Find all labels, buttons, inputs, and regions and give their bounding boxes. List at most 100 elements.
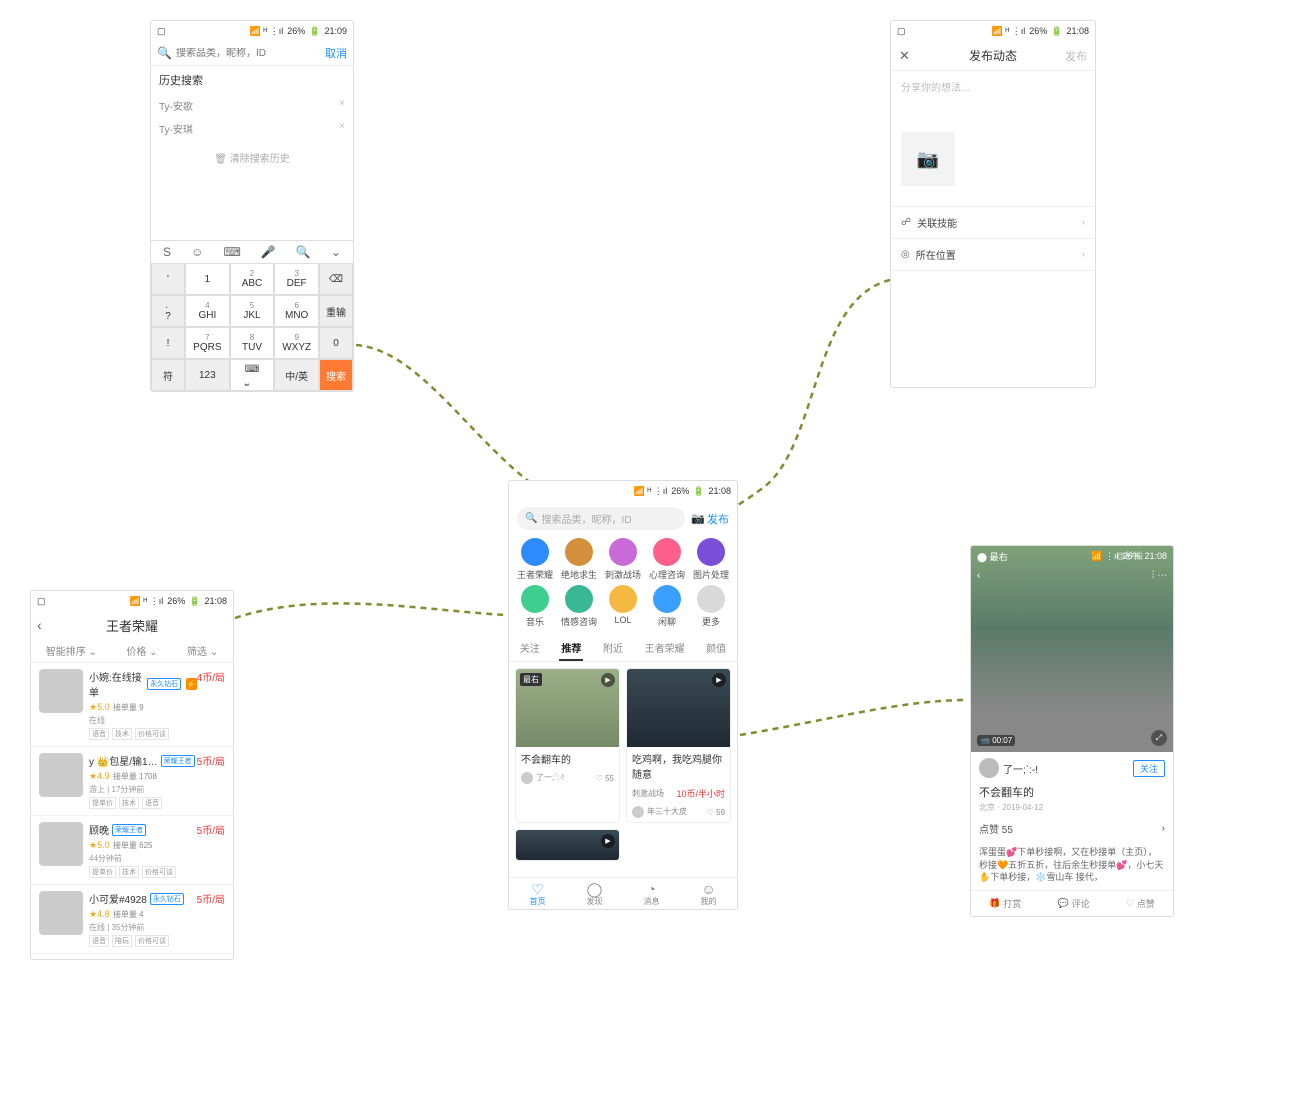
status-bar: ▢ 📶 ᴴ ⋮ıl26%🔋21:09 xyxy=(151,21,353,41)
phone-publish-screen: ▢ 📶 ᴴ ⋮ıl26%🔋21:08 ✕ 发布动态 发布 分享你的想法… 📷 ☍… xyxy=(890,20,1096,388)
kb-backspace[interactable]: ⌫ xyxy=(319,263,353,295)
video-duration: 📹 00:07 xyxy=(977,735,1015,746)
post-description: 浑蛋蛋💕下单秒接啊，又在秒接单（主页），秒接🧡五折五折，往后余生秒接单💕，小七天… xyxy=(979,844,1165,886)
kb-key[interactable]: 2ABC xyxy=(230,263,275,295)
kb-key[interactable]: ' xyxy=(151,263,185,295)
category-item[interactable]: 音乐 xyxy=(515,585,555,628)
kb-key[interactable]: 8TUV xyxy=(230,327,275,359)
category-item[interactable]: 刺激战场 xyxy=(603,538,643,581)
back-icon[interactable]: ‹ xyxy=(977,570,980,581)
tab-item[interactable]: 推荐 xyxy=(559,636,583,661)
kb-tool-key[interactable]: ☺ xyxy=(191,245,203,259)
provider-row[interactable]: y 👑包星/输1…荣耀王者 ★4.9 接单量 1708 游上 | 17分钟前 提… xyxy=(31,746,233,815)
price-label: 5币/局 xyxy=(197,891,225,947)
nav-item[interactable]: ◔消息 xyxy=(644,882,660,907)
video-player[interactable]: ⬤ 最右 📶 ⋮ıl26%21:08 ‹ ⫶ ⋯ @秒拍 📹 00:07 ⤢ xyxy=(971,546,1173,752)
kb-key[interactable]: 0 xyxy=(319,327,353,359)
phone-list-screen: ▢ 📶 ᴴ ⋮ıl26%🔋21:08 ‹ 王者荣耀 智能排序 ⌄ 价格 ⌄ 筛选… xyxy=(30,590,234,960)
kb-reinput[interactable]: 重输 xyxy=(319,295,353,327)
nav-item[interactable]: ♡首页 xyxy=(530,882,546,907)
kb-key[interactable]: 4GHI xyxy=(185,295,230,327)
card-title: 吃鸡啊，我吃鸡腿你随意 xyxy=(627,747,730,785)
filter-price[interactable]: 价格 ⌄ xyxy=(126,643,157,658)
tab-item[interactable]: 附近 xyxy=(601,636,625,661)
filter-bar: 智能排序 ⌄ 价格 ⌄ 筛选 ⌄ xyxy=(31,639,233,662)
provider-row[interactable]: 小婉:在线接单永久钻石⚡ ★5.0 接单量 9 在线 语音技术价格可谈 4币/局 xyxy=(31,662,233,746)
filter-sort[interactable]: 智能排序 ⌄ xyxy=(46,643,97,658)
kb-tool-key[interactable]: 🔍 xyxy=(296,245,311,259)
feed-card[interactable]: ▶ 吃鸡啊，我吃鸡腿你随意 刺激战场10币/半小时 年三十大皮♡ 59 xyxy=(626,668,731,823)
kb-key[interactable]: .? xyxy=(151,295,185,327)
kb-tool-key[interactable]: ⌨ xyxy=(223,245,240,259)
publish-button[interactable]: 发布 xyxy=(1065,48,1087,64)
kb-key[interactable]: 5JKL xyxy=(230,295,275,327)
provider-row[interactable]: 顾晚荣耀王者 ★5.0 接单量 625 44分钟前 提单价技术价格可谈 5币/局 xyxy=(31,815,233,884)
kb-space[interactable]: ⌨⎵ xyxy=(230,359,275,391)
kb-key[interactable]: 7PQRS xyxy=(185,327,230,359)
category-item[interactable]: LOL xyxy=(603,585,643,628)
likes-row[interactable]: 点赞 55 › xyxy=(979,821,1165,836)
nav-item[interactable]: ◯发现 xyxy=(587,882,603,907)
kb-tool-key[interactable]: ⌄ xyxy=(331,245,341,259)
kb-tool-key[interactable]: S xyxy=(163,245,171,259)
kb-123[interactable]: 123 xyxy=(185,359,230,391)
close-icon[interactable]: × xyxy=(339,121,345,136)
location-row[interactable]: ◎ 所在位置 › xyxy=(891,238,1095,271)
category-item[interactable]: 绝地求生 xyxy=(559,538,599,581)
link-skill-row[interactable]: ☍ 关联技能 › xyxy=(891,206,1095,238)
expand-icon[interactable]: ⤢ xyxy=(1151,730,1167,746)
kb-lang[interactable]: 中/英 xyxy=(274,359,319,391)
category-item[interactable]: 图片处理 xyxy=(691,538,731,581)
filter-more[interactable]: 筛选 ⌄ xyxy=(187,643,218,658)
close-icon[interactable]: ✕ xyxy=(899,48,910,64)
add-photo-button[interactable]: 📷 xyxy=(901,132,955,186)
price-label: 5币/局 xyxy=(197,753,225,809)
nav-item[interactable]: ☺我的 xyxy=(701,882,717,907)
username[interactable]: 了一;`:-! xyxy=(1003,761,1129,776)
kb-key[interactable]: 6MNO xyxy=(274,295,319,327)
content-input[interactable]: 分享你的想法… xyxy=(891,71,1095,102)
category-item[interactable]: 情感咨询 xyxy=(559,585,599,628)
tab-item[interactable]: 关注 xyxy=(518,636,542,661)
history-item[interactable]: Ty-安歌× xyxy=(159,94,345,117)
kb-key[interactable]: 9WXYZ xyxy=(274,327,319,359)
follow-button[interactable]: 关注 xyxy=(1133,760,1165,777)
history-title: 历史搜索 xyxy=(159,72,345,88)
price-label: 5币/局 xyxy=(197,822,225,878)
feed-tabs: 关注推荐附近王者荣耀颜值 xyxy=(509,632,737,662)
tab-item[interactable]: 王者荣耀 xyxy=(643,636,687,661)
provider-row[interactable]: 十八国服刘备…荣耀王者⚡ ★ 5币/局 xyxy=(31,953,233,960)
close-icon[interactable]: × xyxy=(339,98,345,113)
history-item[interactable]: Ty-安琪× xyxy=(159,117,345,140)
back-icon[interactable]: ‹ xyxy=(37,617,42,633)
feed-card[interactable]: ▶ xyxy=(515,829,620,861)
search-input[interactable]: 🔍搜索品类，昵称，ID xyxy=(517,507,685,530)
kb-search[interactable]: 搜索 xyxy=(319,359,353,391)
category-item[interactable]: 闲聊 xyxy=(647,585,687,628)
like-icon[interactable]: ♡点赞 xyxy=(1126,897,1155,910)
comment-icon[interactable]: 💬评论 xyxy=(1057,897,1089,910)
category-item[interactable]: 心理咨询 xyxy=(647,538,687,581)
page-title: 发布动态 xyxy=(969,47,1017,64)
kb-tool-key[interactable]: 🎤 xyxy=(261,245,276,259)
provider-row[interactable]: 小可爱#4928永久钻石 ★4.8 接单量 4 在线 | 35分钟前 语音陪玩价… xyxy=(31,884,233,953)
history-section: 历史搜索 Ty-安歌× Ty-安琪× 🗑 清除搜索历史 xyxy=(151,66,353,181)
location-icon: ◎ xyxy=(901,249,910,260)
search-input[interactable] xyxy=(176,48,319,59)
gift-icon[interactable]: 🎁打赏 xyxy=(989,897,1021,910)
cancel-button[interactable]: 取消 xyxy=(325,45,347,61)
tab-item[interactable]: 颜值 xyxy=(704,636,728,661)
kb-key[interactable]: 1 xyxy=(185,263,230,295)
feed-card[interactable]: 最右 ▶ 不会翻车的 了一;`:-!♡ 55 xyxy=(515,668,620,823)
kb-key[interactable]: ! xyxy=(151,327,185,359)
clear-history-button[interactable]: 🗑 清除搜索历史 xyxy=(159,140,345,175)
kb-symbol[interactable]: 符 xyxy=(151,359,185,391)
category-item[interactable]: 王者荣耀 xyxy=(515,538,555,581)
page-title: 王者荣耀 xyxy=(106,616,158,635)
phone-home-screen: 📶 ᴴ ⋮ıl26%🔋21:08 🔍搜索品类，昵称，ID 📷发布 王者荣耀绝地求… xyxy=(508,480,738,910)
category-item[interactable]: 更多 xyxy=(691,585,731,628)
avatar[interactable] xyxy=(979,758,999,778)
watermark: @秒拍 xyxy=(1116,549,1143,562)
publish-button[interactable]: 📷发布 xyxy=(691,511,729,527)
kb-key[interactable]: 3DEF xyxy=(274,263,319,295)
